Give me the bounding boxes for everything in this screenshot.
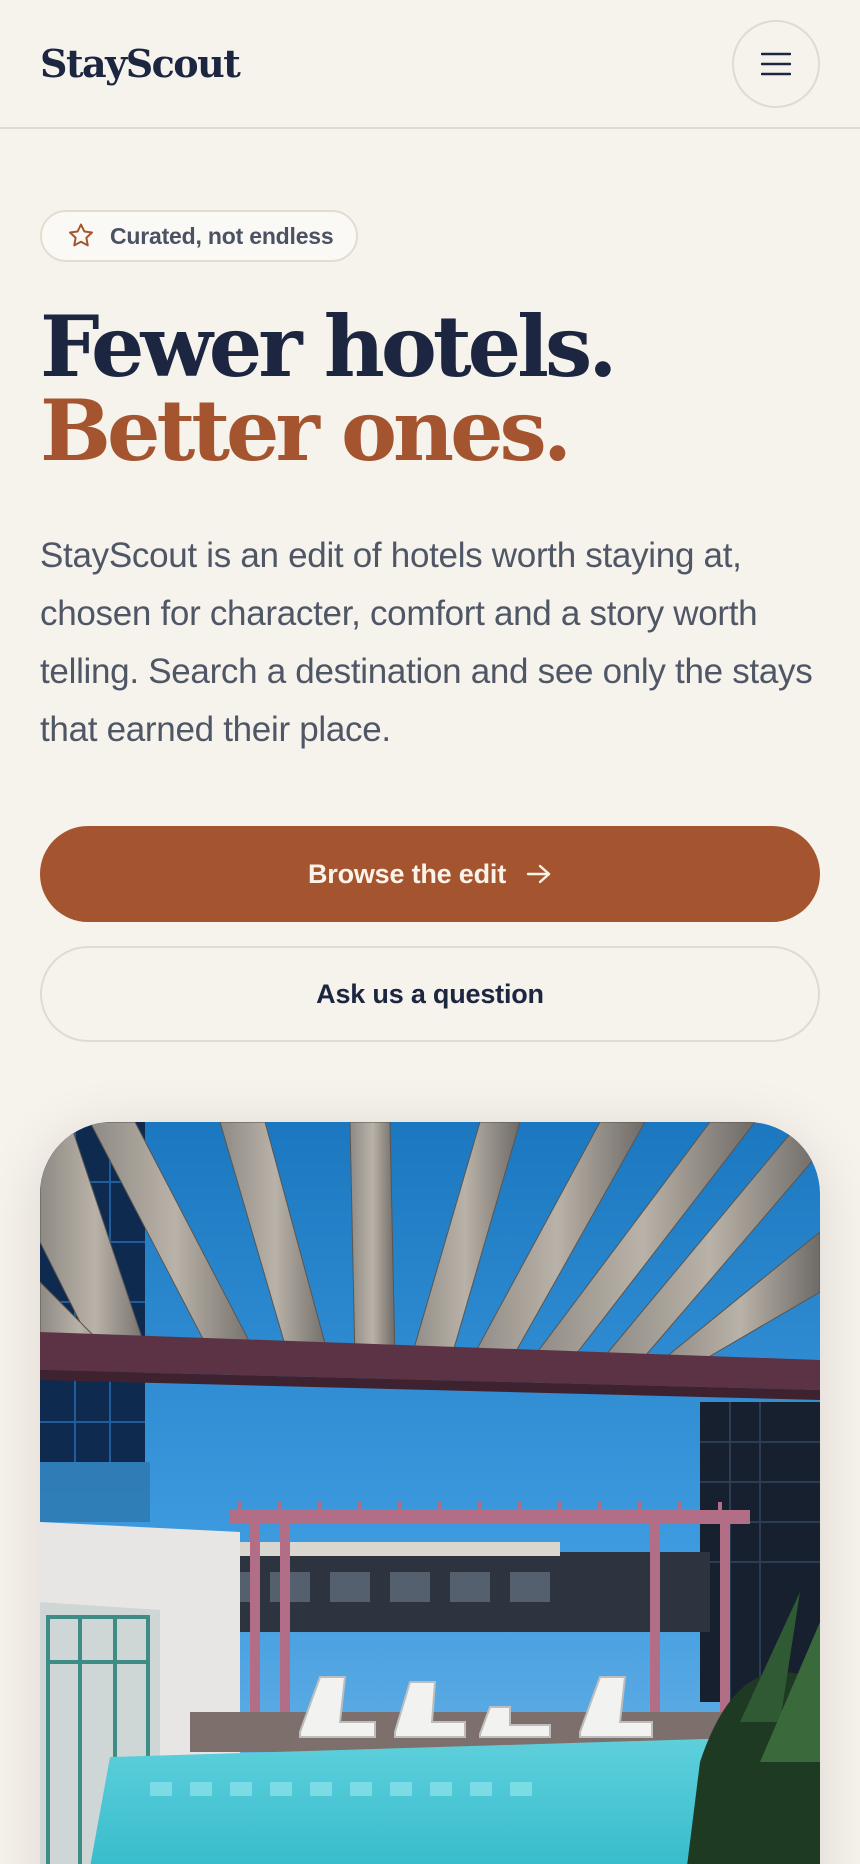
- hero-description: StayScout is an edit of hotels worth sta…: [40, 536, 813, 749]
- site-header: StayScout: [0, 0, 860, 129]
- browse-edit-button[interactable]: Browse the edit: [40, 826, 820, 922]
- ask-question-button[interactable]: Ask us a question: [40, 946, 820, 1042]
- hero-image-card: [40, 1122, 820, 1864]
- star-outline-icon: [69, 223, 93, 247]
- hero-headline: Fewer hotels. Better ones.: [40, 305, 820, 473]
- browse-edit-label: Browse the edit: [307, 858, 507, 889]
- badge-label: Curated, not endless: [110, 222, 334, 249]
- headline-line-1: Fewer hotels.: [40, 297, 618, 396]
- arrow-right-icon: [526, 863, 552, 885]
- logo[interactable]: StayScout: [40, 41, 241, 86]
- rooftop-pool-pergola-photo: [40, 1122, 820, 1864]
- headline-line-2: Better ones.: [40, 381, 572, 480]
- hamburger-menu-icon: [761, 52, 791, 75]
- curated-badge: Curated, not endless: [40, 210, 358, 262]
- menu-button[interactable]: [732, 19, 820, 108]
- ask-question-label: Ask us a question: [316, 978, 544, 1009]
